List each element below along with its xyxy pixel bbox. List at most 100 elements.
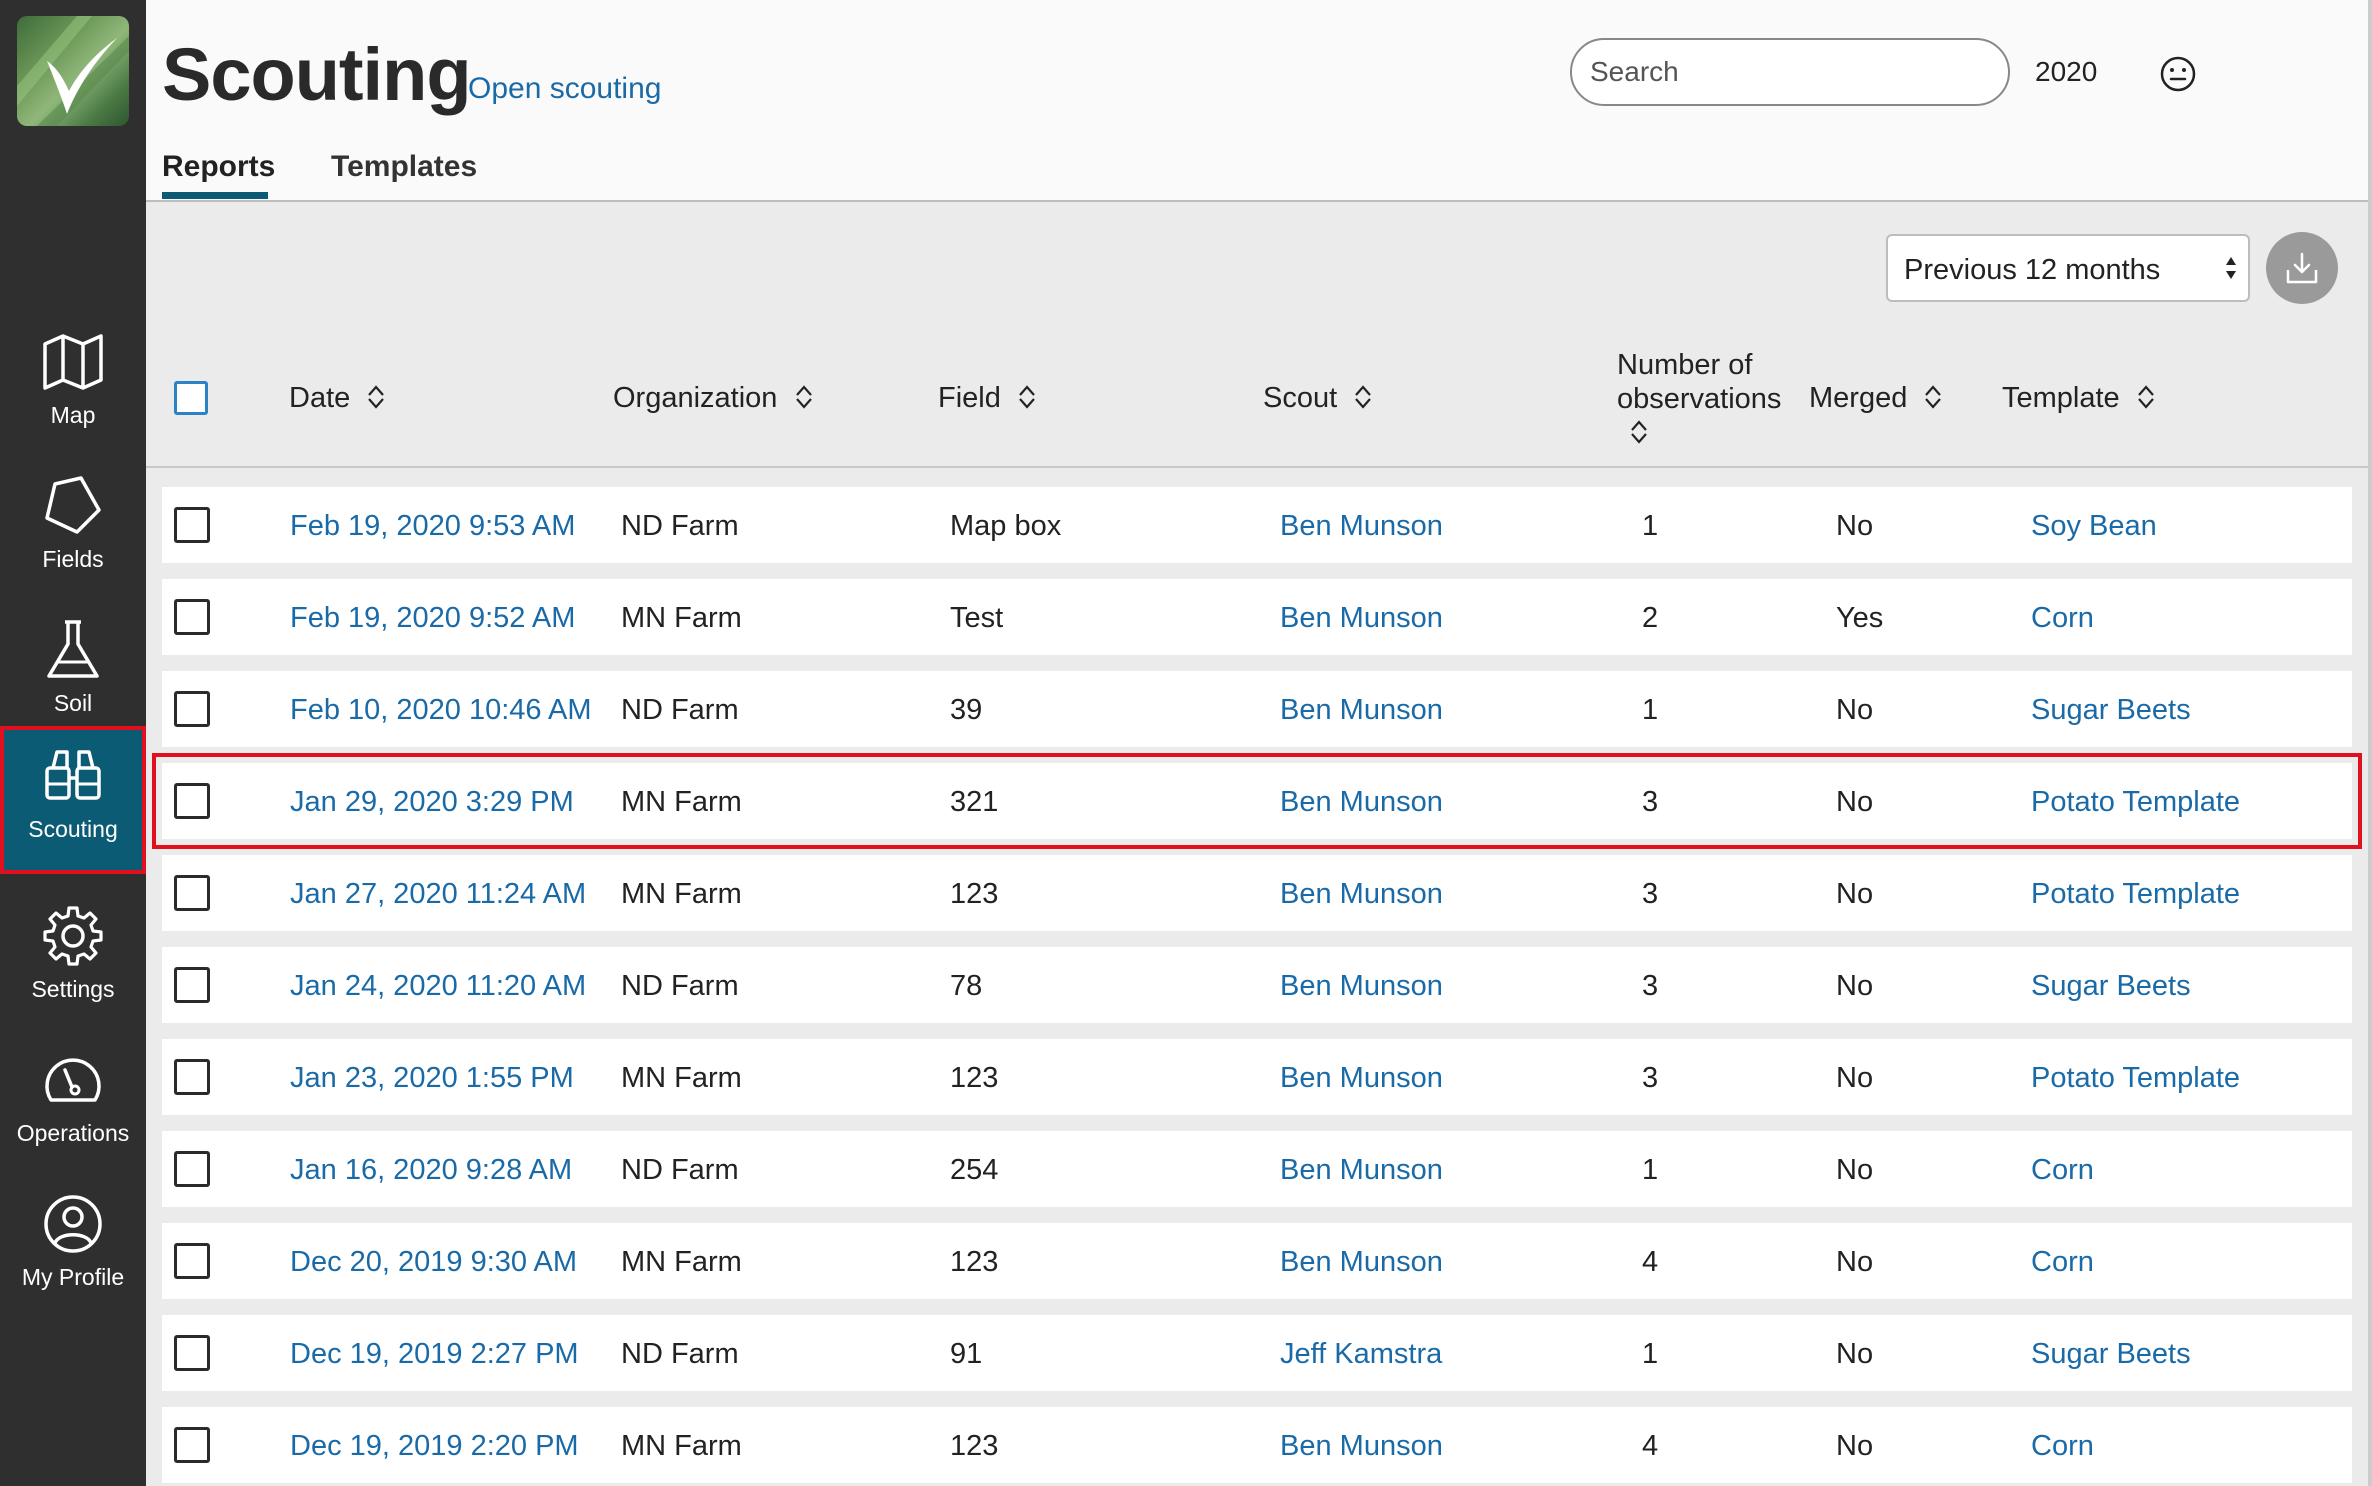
scout-link[interactable]: Ben Munson (1280, 510, 1443, 543)
row-checkbox[interactable] (174, 507, 210, 543)
table-row[interactable]: Feb 19, 2020 9:52 AM MN Farm Test Ben Mu… (162, 579, 2352, 655)
scout-link[interactable]: Ben Munson (1280, 1430, 1443, 1463)
row-checkbox[interactable] (174, 783, 210, 819)
table-row[interactable]: Jan 27, 2020 11:24 AM MN Farm 123 Ben Mu… (162, 855, 2352, 931)
table-row[interactable]: Feb 19, 2020 9:53 AM ND Farm Map box Ben… (162, 487, 2352, 563)
nav-item-my-profile[interactable]: My Profile (0, 1178, 146, 1318)
scout-link[interactable]: Ben Munson (1280, 1154, 1443, 1187)
nav-label-settings: Settings (31, 976, 115, 1002)
nav-item-map[interactable]: Map (0, 316, 146, 456)
template-link[interactable]: Corn (2031, 602, 2094, 635)
sidebar: Map Fields Soil Scouting Settings Operat… (0, 0, 146, 1486)
row-checkbox[interactable] (174, 1059, 210, 1095)
row-checkbox[interactable] (174, 967, 210, 1003)
merged-cell: No (1836, 510, 1874, 542)
template-link[interactable]: Potato Template (2031, 878, 2240, 911)
column-header-merged[interactable]: Merged (1809, 382, 1943, 415)
field-cell: 91 (950, 1338, 983, 1370)
row-checkbox[interactable] (174, 1427, 210, 1463)
report-date-link[interactable]: Jan 27, 2020 11:24 AM (290, 878, 586, 911)
template-link[interactable]: Potato Template (2031, 1062, 2240, 1095)
template-link[interactable]: Soy Bean (2031, 510, 2157, 543)
report-date-link[interactable]: Jan 29, 2020 3:29 PM (290, 786, 574, 819)
template-link[interactable]: Sugar Beets (2031, 1338, 2191, 1371)
observations-cell: 3 (1642, 786, 1659, 818)
tab-templates-label: Templates (331, 150, 478, 183)
report-date-link[interactable]: Feb 19, 2020 9:52 AM (290, 602, 575, 635)
select-arrows-icon (2226, 257, 2236, 279)
template-link[interactable]: Corn (2031, 1246, 2094, 1279)
scout-link[interactable]: Ben Munson (1280, 970, 1443, 1003)
sort-icon (1925, 385, 1942, 409)
nav-label-fields: Fields (42, 546, 104, 572)
column-header-field[interactable]: Field (938, 382, 1037, 415)
merged-cell: No (1836, 1154, 1874, 1186)
column-header-organization[interactable]: Organization (613, 382, 814, 415)
scout-link[interactable]: Jeff Kamstra (1280, 1338, 1442, 1371)
report-date-link[interactable]: Jan 24, 2020 11:20 AM (290, 970, 586, 1003)
nav-item-settings[interactable]: Settings (0, 890, 146, 1030)
scout-link[interactable]: Ben Munson (1280, 786, 1443, 819)
report-date-link[interactable]: Dec 19, 2019 2:20 PM (290, 1430, 579, 1463)
nav-item-operations[interactable]: Operations (0, 1034, 146, 1174)
period-select-value: Previous 12 months (1904, 254, 2161, 286)
table-row[interactable]: Dec 19, 2019 2:27 PM ND Farm 91 Jeff Kam… (162, 1315, 2352, 1391)
merged-cell: No (1836, 1246, 1874, 1278)
report-date-link[interactable]: Feb 10, 2020 10:46 AM (290, 694, 592, 727)
column-header-observations[interactable]: Number of observations (1617, 348, 1781, 450)
table-row[interactable]: Dec 20, 2019 9:30 AM MN Farm 123 Ben Mun… (162, 1223, 2352, 1299)
sort-icon (2137, 385, 2154, 409)
table-row[interactable]: Feb 10, 2020 10:46 AM ND Farm 39 Ben Mun… (162, 671, 2352, 747)
page-title: Scouting (162, 33, 472, 116)
scout-link[interactable]: Ben Munson (1280, 1246, 1443, 1279)
template-link[interactable]: Corn (2031, 1430, 2094, 1463)
app-logo[interactable] (17, 16, 129, 126)
report-date-link[interactable]: Jan 16, 2020 9:28 AM (290, 1154, 572, 1187)
scout-link[interactable]: Ben Munson (1280, 602, 1443, 635)
select-all-checkbox[interactable] (174, 381, 208, 415)
template-link[interactable]: Sugar Beets (2031, 694, 2191, 727)
nav-item-soil[interactable]: Soil (0, 604, 146, 744)
row-checkbox[interactable] (174, 1151, 210, 1187)
column-header-scout[interactable]: Scout (1263, 382, 1373, 415)
column-header-date[interactable]: Date (289, 382, 386, 415)
template-link[interactable]: Corn (2031, 1154, 2094, 1187)
table-row[interactable]: Jan 23, 2020 1:55 PM MN Farm 123 Ben Mun… (162, 1039, 2352, 1115)
field-cell: 254 (950, 1154, 999, 1186)
tab-templates[interactable]: Templates (331, 150, 477, 184)
feedback-smiley-icon[interactable] (2158, 54, 2198, 94)
scout-link[interactable]: Ben Munson (1280, 878, 1443, 911)
tab-reports-label: Reports (162, 150, 276, 183)
nav-item-scouting[interactable]: Scouting (0, 726, 146, 874)
template-link[interactable]: Sugar Beets (2031, 970, 2191, 1003)
scout-link[interactable]: Ben Munson (1280, 1062, 1443, 1095)
report-date-link[interactable]: Dec 20, 2019 9:30 AM (290, 1246, 577, 1279)
organization-cell: ND Farm (621, 970, 739, 1002)
merged-cell: No (1836, 1062, 1874, 1094)
row-checkbox[interactable] (174, 691, 210, 727)
table-row[interactable]: Dec 19, 2019 2:20 PM MN Farm 123 Ben Mun… (162, 1407, 2352, 1483)
report-date-link[interactable]: Jan 23, 2020 1:55 PM (290, 1062, 574, 1095)
table-row-highlighted[interactable]: Jan 29, 2020 3:29 PM MN Farm 321 Ben Mun… (152, 753, 2362, 849)
table-row[interactable]: Jan 16, 2020 9:28 AM ND Farm 254 Ben Mun… (162, 1131, 2352, 1207)
download-button[interactable] (2266, 232, 2338, 304)
open-scouting-link[interactable]: Open scouting (468, 72, 661, 106)
row-checkbox[interactable] (174, 1335, 210, 1371)
report-date-link[interactable]: Feb 19, 2020 9:53 AM (290, 510, 575, 543)
nav-item-fields[interactable]: Fields (0, 460, 146, 600)
page-header: Scouting Open scouting Reports Templates (146, 0, 2372, 202)
period-select[interactable]: Previous 12 months (1886, 234, 2250, 302)
template-link[interactable]: Potato Template (2031, 786, 2240, 819)
field-cell: 123 (950, 878, 999, 910)
row-checkbox[interactable] (174, 875, 210, 911)
report-date-link[interactable]: Dec 19, 2019 2:27 PM (290, 1338, 579, 1371)
year-selector[interactable]: 2020 (2035, 56, 2097, 88)
row-checkbox[interactable] (174, 599, 210, 635)
column-header-template[interactable]: Template (2002, 382, 2156, 415)
table-row[interactable]: Jan 24, 2020 11:20 AM ND Farm 78 Ben Mun… (162, 947, 2352, 1023)
tab-reports[interactable]: Reports (162, 150, 276, 199)
search-input[interactable] (1570, 38, 2010, 106)
field-cell: 123 (950, 1430, 999, 1462)
row-checkbox[interactable] (174, 1243, 210, 1279)
scout-link[interactable]: Ben Munson (1280, 694, 1443, 727)
